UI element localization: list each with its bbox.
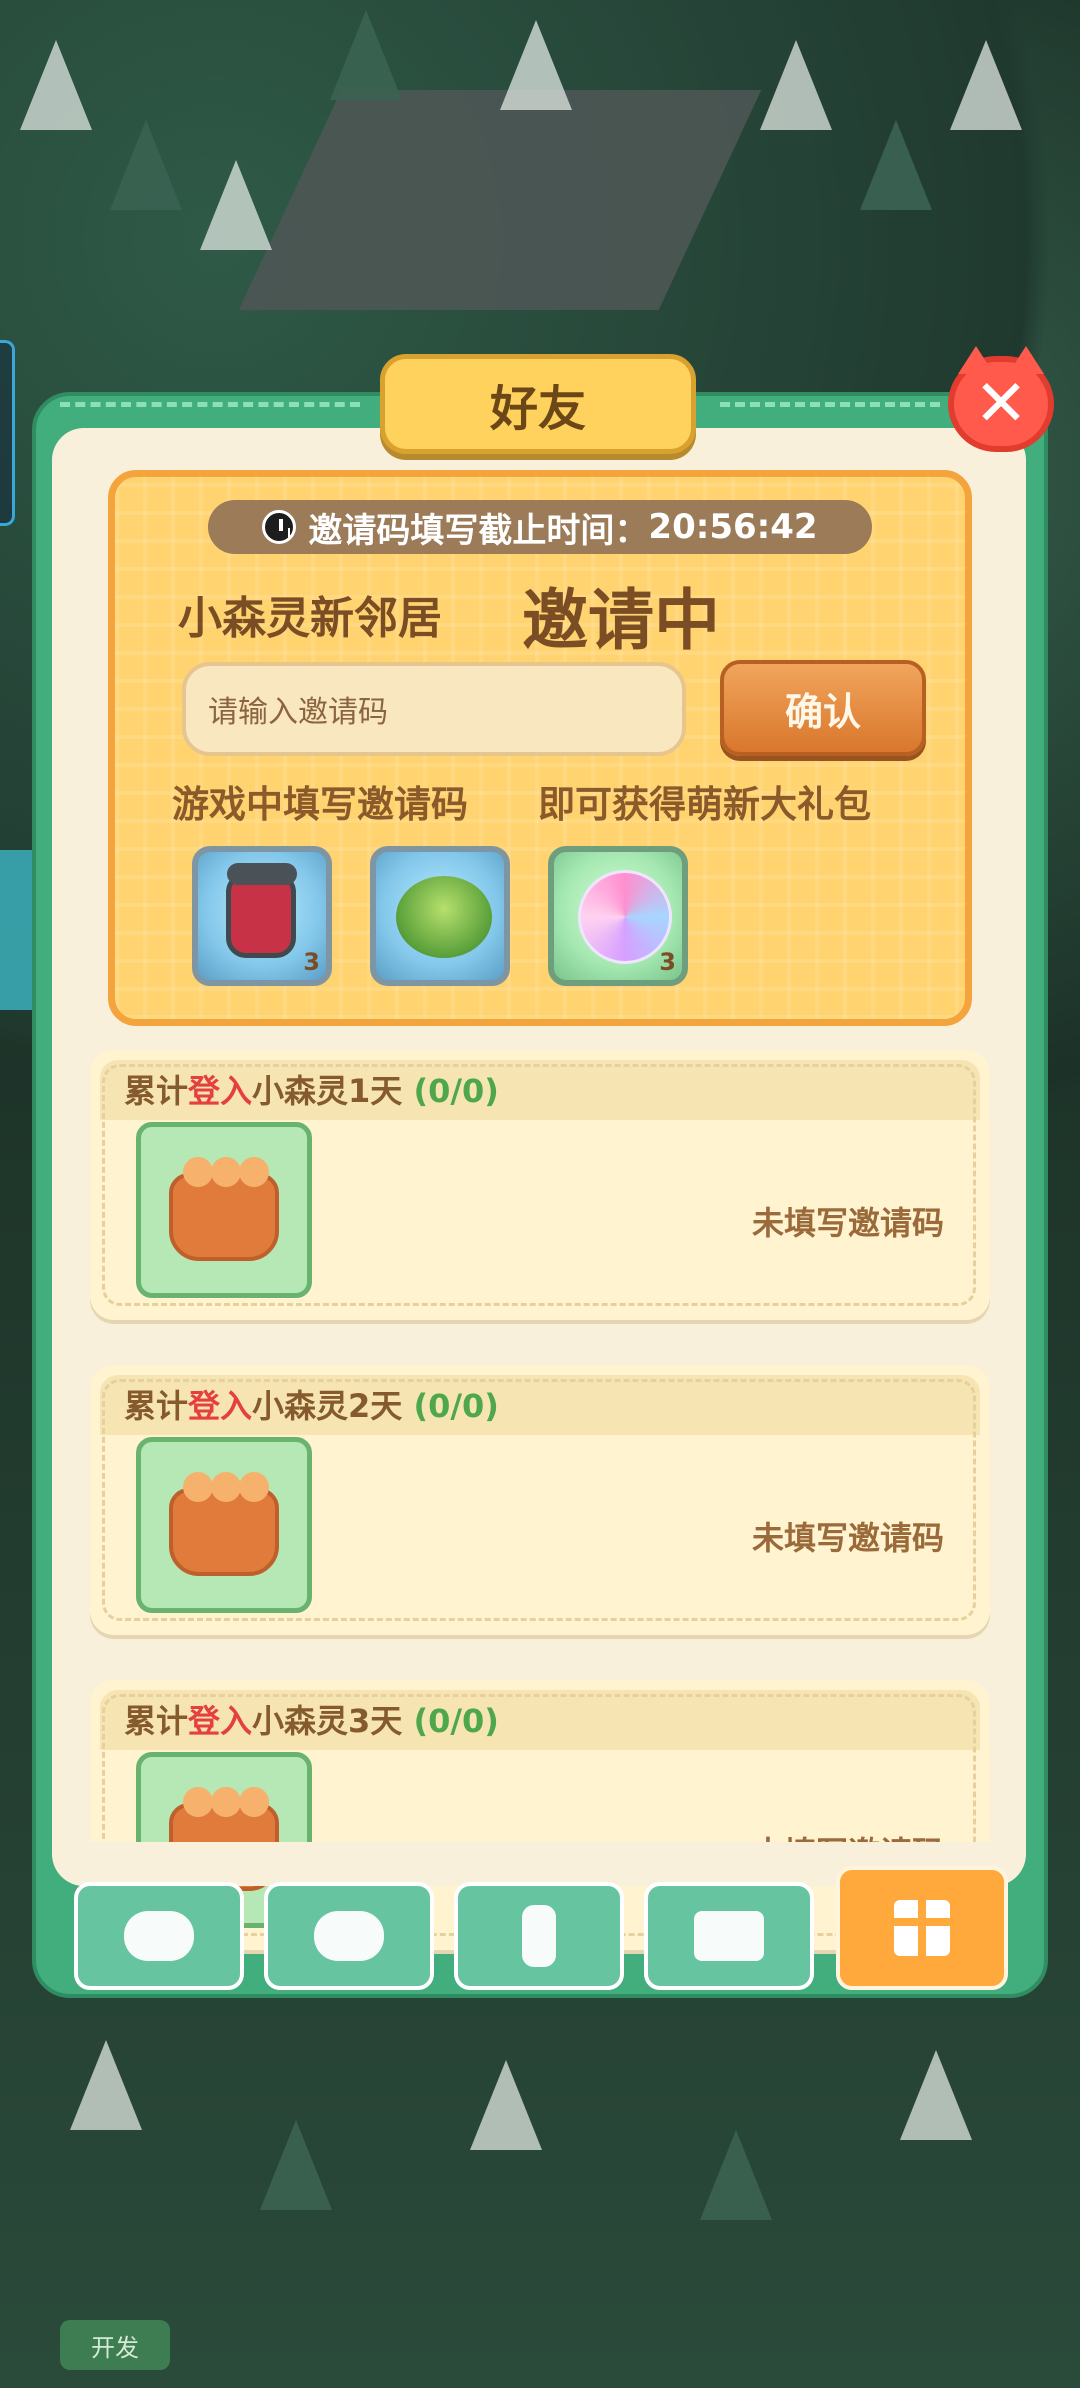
side-panel-marker[interactable]: [0, 340, 15, 526]
invite-status-title: 邀请中: [522, 582, 720, 659]
task-reward-basket[interactable]: [136, 1437, 312, 1613]
background-tree: [200, 160, 272, 250]
reward-orb[interactable]: 3: [548, 846, 688, 986]
hint-right: 即可获得萌新大礼包: [538, 783, 871, 826]
pot-icon: [226, 863, 297, 958]
clock-icon: [262, 510, 297, 544]
invite-code-placeholder: 请输入邀请码: [208, 695, 388, 730]
tab-friends[interactable]: [74, 1882, 244, 1990]
task-reward-basket[interactable]: [136, 1122, 312, 1298]
background-tree: [470, 2060, 542, 2150]
basket-icon: [169, 1472, 279, 1576]
background-tree: [500, 20, 572, 110]
panel-title: 好友: [380, 354, 696, 454]
tab-chat[interactable]: [264, 1882, 434, 1990]
hint-left: 游戏中填写邀请码: [172, 783, 468, 826]
task-status: 未填写邀请码: [751, 1204, 944, 1242]
invite-subtitle: 小森灵新邻居: [178, 593, 442, 644]
timer-label: 邀请码填写截止时间：: [308, 510, 649, 551]
task-title: 累计登入小森灵2天 (0/0): [124, 1387, 499, 1425]
background-tree: [110, 120, 182, 210]
book-icon: [694, 1911, 764, 1961]
reward-quantity: 3: [303, 948, 320, 976]
background-tree: [700, 2130, 772, 2220]
panel-dash-right: [720, 402, 940, 407]
panel-dash-left: [60, 402, 360, 407]
chat-icon: [314, 1911, 384, 1961]
timer-value: 20:56:42: [648, 507, 818, 547]
task-title: 累计登入小森灵3天 (0/0): [124, 1702, 499, 1740]
background-tree: [20, 40, 92, 130]
confirm-button[interactable]: 确认: [720, 660, 926, 756]
gift-icon: [894, 1900, 950, 1956]
bush-icon: [396, 876, 492, 958]
close-icon: ✕: [974, 367, 1028, 441]
background-tree: [760, 40, 832, 130]
reward-pot[interactable]: 3: [192, 846, 332, 986]
background-tree: [70, 2040, 142, 2130]
tab-tools[interactable]: [454, 1882, 624, 1990]
orb-icon: [578, 870, 672, 964]
reward-bush[interactable]: [370, 846, 510, 986]
invite-deadline-bar: 邀请码填写截止时间： 20:56:42: [208, 500, 872, 554]
invite-code-input[interactable]: 请输入邀请码: [182, 662, 686, 756]
dev-button[interactable]: 开发: [60, 2320, 170, 2370]
background-tree: [900, 2050, 972, 2140]
task-title: 累计登入小森灵1天 (0/0): [124, 1072, 499, 1110]
background-tree: [330, 10, 402, 100]
background-tree: [950, 40, 1022, 130]
basket-icon: [169, 1157, 279, 1261]
task-card-day1: 累计登入小森灵1天 (0/0) 未填写邀请码: [90, 1050, 990, 1320]
background-road: [238, 90, 762, 310]
close-button[interactable]: ✕: [948, 346, 1054, 452]
task-card-day2: 累计登入小森灵2天 (0/0) 未填写邀请码: [90, 1365, 990, 1635]
background-tree: [860, 120, 932, 210]
task-status: 未填写邀请码: [751, 1519, 944, 1557]
tab-gift[interactable]: [836, 1866, 1008, 1990]
wrench-icon: [522, 1905, 556, 1967]
background-tree: [260, 2120, 332, 2210]
reward-quantity: 3: [659, 948, 676, 976]
tab-guide[interactable]: [644, 1882, 814, 1990]
friends-icon: [124, 1911, 194, 1961]
